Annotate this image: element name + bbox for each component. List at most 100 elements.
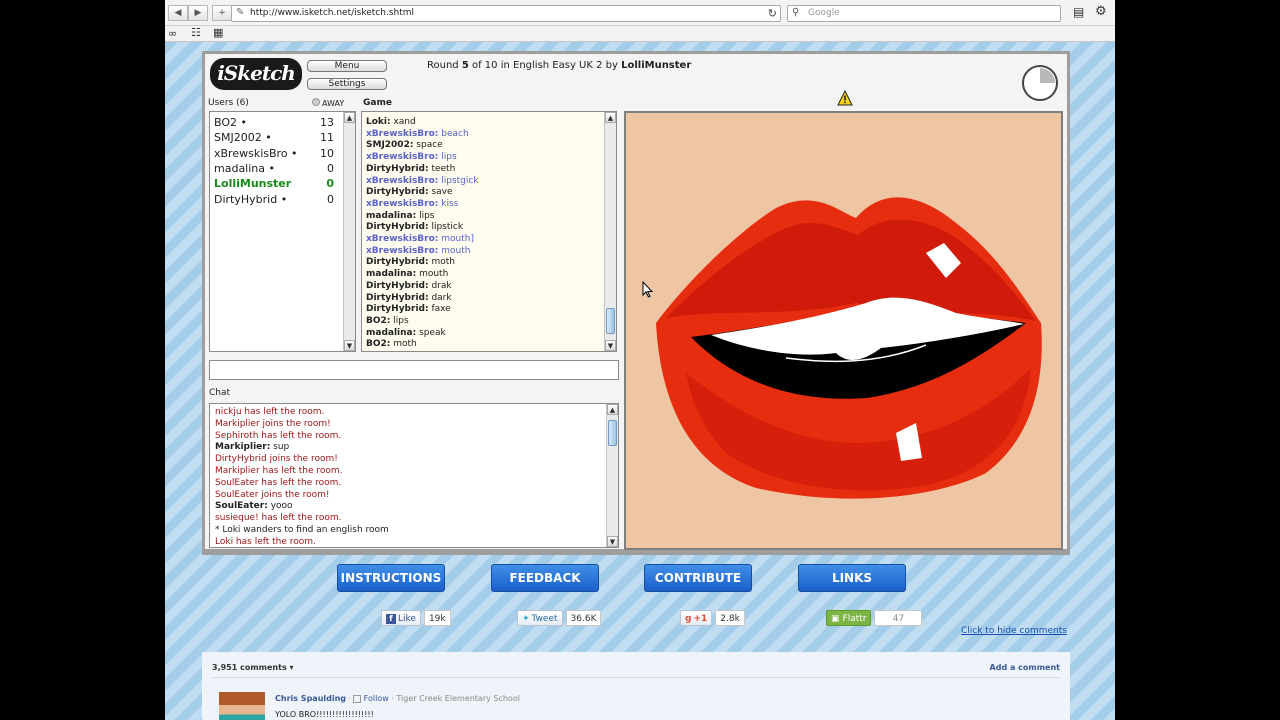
like-count: 19k (423, 610, 451, 626)
hide-comments-link[interactable]: Click to hide comments (961, 626, 1067, 636)
guess-line: DirtyHybrid: moth (366, 256, 455, 268)
user-score: 0 (327, 161, 334, 175)
avatar[interactable] (219, 692, 265, 720)
warning-icon[interactable] (837, 89, 853, 106)
player-name: Loki: (366, 117, 391, 127)
guess-log-scrollbar[interactable]: ▲ ▼ (604, 112, 616, 351)
comments-count[interactable]: 3,951 comments ▾ (212, 663, 294, 672)
comment-school[interactable]: Tiger Creek Elementary School (396, 694, 520, 703)
message-text: space (413, 140, 443, 151)
user-name: madalina • (214, 161, 275, 175)
chat-scrollbar[interactable]: ▲ ▼ (606, 404, 618, 547)
users-list[interactable]: BO2 • 13 SMJ2002 • 11 xBrewskisBro • 10 madali… (209, 111, 356, 352)
plusone-button[interactable]: g +1 (680, 610, 713, 626)
player-name: BO2: (366, 339, 391, 350)
user-row[interactable]: xBrewskisBro • 10 (214, 146, 334, 161)
scroll-down-arrow[interactable]: ▼ (344, 340, 355, 351)
contribute-button[interactable]: CONTRIBUTE (644, 564, 752, 592)
users-label: Users (6) (208, 98, 249, 108)
twitter-tweet[interactable]: ✦ Tweet 36.6K (517, 610, 602, 626)
gear-icon[interactable]: ⚙ (1095, 4, 1107, 19)
guess-line: DirtyHybrid: dark (366, 292, 452, 304)
new-tab-button[interactable]: + (212, 5, 232, 21)
scroll-down-arrow[interactable]: ▼ (607, 536, 618, 547)
scroll-up-arrow[interactable]: ▲ (344, 112, 355, 123)
chat-line: Sephiroth has left the room. (215, 430, 341, 442)
user-row[interactable]: DirtyHybrid • 0 (214, 192, 334, 207)
follow-link[interactable]: Follow (364, 694, 389, 703)
user-row[interactable]: LolliMunster 0 (214, 176, 334, 191)
flattr-count: 47 (874, 610, 923, 626)
chat-line: DirtyHybrid joins the room! (215, 453, 338, 465)
player-name: madalina: (366, 327, 417, 338)
guess-input[interactable] (209, 360, 619, 380)
reload-icon[interactable]: ↻ (768, 7, 777, 20)
tweet-button[interactable]: ✦ Tweet (517, 610, 563, 626)
player-name: Markiplier: (215, 442, 271, 453)
comment-author[interactable]: Chris Spaulding (275, 694, 346, 703)
message-text: kiss (438, 198, 459, 209)
scroll-down-arrow[interactable]: ▼ (605, 340, 616, 351)
book-icon[interactable]: ☷ (191, 26, 201, 39)
forward-button[interactable]: ▶ (188, 5, 208, 21)
bookmarks-bar: ∞ ☷ ▦ (165, 26, 1115, 42)
scroll-thumb[interactable] (606, 308, 615, 334)
player-name: DirtyHybrid: (366, 304, 429, 315)
host-name: LolliMunster (621, 60, 692, 71)
instructions-button[interactable]: INSTRUCTIONS (337, 564, 445, 592)
page-menu-icon[interactable]: ▤ (1073, 5, 1084, 19)
menu-button[interactable]: Menu (307, 60, 387, 72)
facebook-like[interactable]: f Like 19k (381, 610, 451, 626)
guess-line: DirtyHybrid: save (366, 186, 453, 198)
message-text: Loki has left the room. (215, 536, 316, 547)
guess-line: madalina: lips (366, 210, 434, 222)
drawing-canvas[interactable] (624, 111, 1063, 550)
user-name: LolliMunster (214, 177, 292, 191)
add-comment-link[interactable]: Add a comment (990, 663, 1060, 672)
player-name: SMJ2002: (366, 140, 414, 151)
guess-line: DirtyHybrid: drak (366, 280, 452, 292)
player-name: SoulEater: (215, 501, 268, 512)
player-name: DirtyHybrid: (366, 292, 429, 303)
user-row[interactable]: SMJ2002 • 11 (214, 130, 334, 145)
user-name: xBrewskisBro • (214, 146, 298, 160)
user-row[interactable]: madalina • 0 (214, 161, 334, 176)
guess-line: DirtyHybrid: teeth (366, 163, 455, 175)
search-input[interactable]: ⚲ Google (787, 5, 1061, 22)
flattr-button[interactable]: ▣ Flattr (826, 610, 872, 626)
scroll-up-arrow[interactable]: ▲ (607, 404, 618, 415)
like-button[interactable]: f Like (381, 610, 421, 626)
links-button[interactable]: LINKS (798, 564, 906, 592)
message-text: SoulEater joins the room! (215, 489, 330, 500)
user-name: SMJ2002 • (214, 131, 272, 145)
scroll-thumb[interactable] (608, 420, 617, 446)
player-name: xBrewskisBro: (366, 152, 439, 163)
message-text: lips (416, 210, 435, 221)
message-text: Markiplier joins the room! (215, 418, 331, 429)
back-button[interactable]: ◀ (168, 5, 188, 21)
scroll-up-arrow[interactable]: ▲ (605, 112, 616, 123)
grid-icon[interactable]: ▦ (213, 26, 223, 39)
user-score: 10 (320, 146, 334, 160)
google-plusone[interactable]: g +1 2.8k (680, 610, 745, 626)
message-text: sup (270, 442, 290, 453)
follow-icon (353, 694, 362, 703)
page-content: iSketch Menu Settings Round 5 of 10 in E… (165, 42, 1115, 720)
player-name: xBrewskisBro: (366, 128, 439, 139)
flattr[interactable]: ▣ Flattr 47 (826, 610, 923, 626)
feedback-button[interactable]: FEEDBACK (491, 564, 599, 592)
isketch-logo: iSketch (210, 58, 302, 90)
guess-line: DirtyHybrid: lipstick (366, 221, 463, 233)
chevron-down-icon: ▾ (289, 663, 294, 672)
user-row[interactable]: BO2 • 13 (214, 115, 334, 130)
message-text: lipstgick (438, 175, 479, 186)
glasses-icon[interactable]: ∞ (168, 27, 177, 40)
chat-line: Loki has left the room. (215, 536, 316, 547)
settings-button[interactable]: Settings (307, 78, 387, 90)
browser-window: ◀ ▶ + ✎ http://www.isketch.net/isketch.s… (165, 0, 1115, 720)
divider (212, 677, 1060, 678)
player-name: madalina: (366, 210, 417, 221)
away-toggle[interactable]: AWAY (312, 98, 344, 108)
address-bar[interactable]: ✎ http://www.isketch.net/isketch.shtml ↻ (231, 5, 781, 22)
users-scrollbar[interactable]: ▲ ▼ (343, 112, 355, 351)
